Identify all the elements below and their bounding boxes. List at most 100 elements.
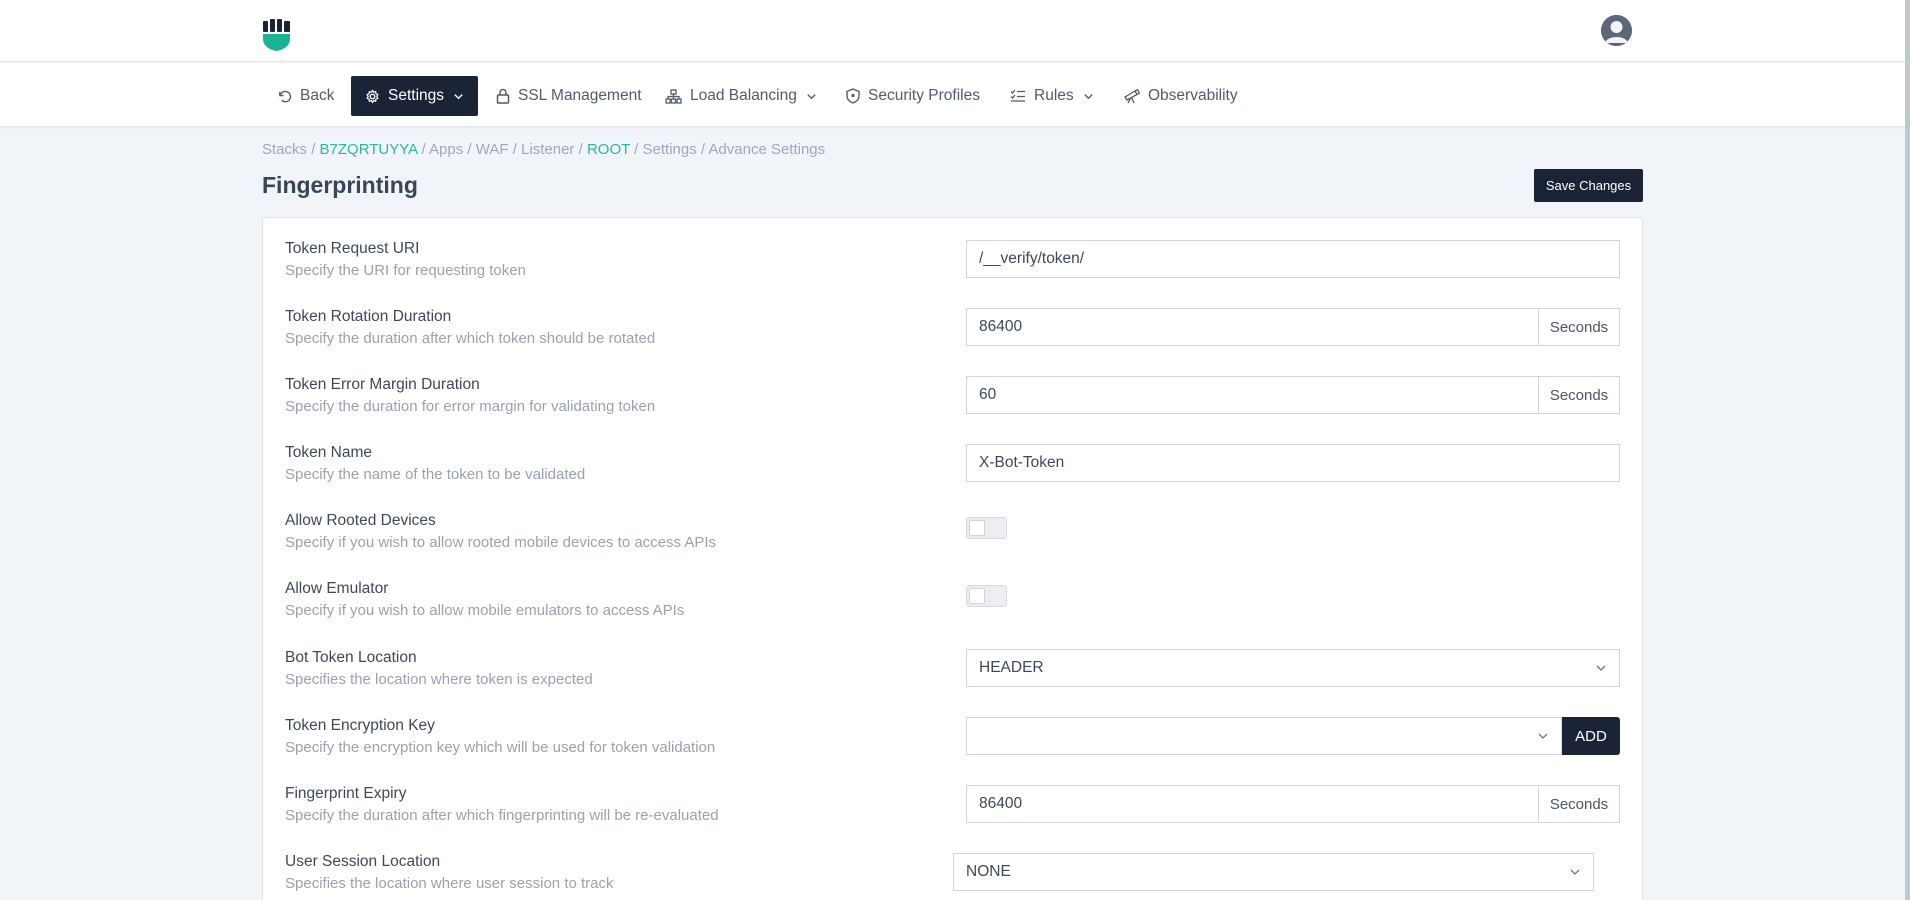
network-icon bbox=[665, 88, 682, 104]
breadcrumb-apps[interactable]: Apps bbox=[429, 141, 463, 158]
setting-allow-rooted-devices: Allow Rooted Devices Specify if you wish… bbox=[263, 490, 1642, 558]
breadcrumb-root[interactable]: ROOT bbox=[587, 141, 630, 158]
nav-rules-label: Rules bbox=[1034, 87, 1074, 104]
setting-label: Token Name bbox=[285, 444, 373, 461]
setting-bot-token-location: Bot Token Location Specifies the locatio… bbox=[263, 627, 1642, 695]
breadcrumb-separator: / bbox=[578, 141, 583, 158]
token-encryption-key-select[interactable] bbox=[966, 717, 1562, 755]
unit-addon: Seconds bbox=[1539, 376, 1620, 414]
shield-icon bbox=[846, 88, 860, 104]
setting-label: Token Error Margin Duration bbox=[285, 376, 480, 393]
setting-description: Specify the name of the token to be vali… bbox=[285, 466, 586, 483]
breadcrumb-separator: / bbox=[634, 141, 639, 158]
setting-label: User Session Location bbox=[285, 853, 441, 870]
breadcrumb-separator: / bbox=[512, 141, 517, 158]
lock-icon bbox=[496, 88, 510, 104]
nav-back[interactable]: Back bbox=[277, 76, 334, 116]
breadcrumb-separator: / bbox=[467, 141, 472, 158]
nav-observability-label: Observability bbox=[1148, 87, 1238, 104]
setting-token-encryption-key: Token Encryption Key Specify the encrypt… bbox=[263, 695, 1642, 763]
setting-description: Specify the duration after which token s… bbox=[285, 330, 656, 347]
gear-icon bbox=[366, 88, 379, 104]
settings-panel: Token Request URI Specify the URI for re… bbox=[262, 217, 1643, 900]
setting-label: Token Rotation Duration bbox=[285, 308, 452, 325]
chevron-down-icon bbox=[1538, 733, 1548, 739]
input-value: 86400 bbox=[979, 318, 1023, 335]
setting-allow-emulator: Allow Emulator Specify if you wish to al… bbox=[263, 558, 1642, 626]
chevron-down-icon bbox=[807, 93, 816, 99]
token-error-margin-input[interactable]: 60 bbox=[966, 376, 1539, 414]
setting-token-rotation-duration: Token Rotation Duration Specify the dura… bbox=[263, 286, 1642, 354]
setting-description: Specifies the location where token is ex… bbox=[285, 671, 593, 688]
breadcrumb-separator: / bbox=[311, 141, 316, 158]
select-value: HEADER bbox=[979, 659, 1044, 676]
breadcrumb-separator: / bbox=[700, 141, 706, 158]
allow-emulator-toggle[interactable] bbox=[966, 585, 1007, 607]
chevron-down-icon bbox=[1570, 869, 1580, 875]
toggle-knob bbox=[969, 520, 985, 536]
breadcrumb-settings[interactable]: Settings bbox=[643, 141, 697, 158]
setting-description: Specify the duration for error margin fo… bbox=[285, 398, 656, 415]
setting-description: Specify the duration after which fingerp… bbox=[285, 807, 719, 824]
setting-description: Specifies the location where user sessio… bbox=[285, 875, 614, 892]
setting-label: Allow Emulator bbox=[285, 580, 389, 597]
nav-ssl-label: SSL Management bbox=[518, 87, 642, 104]
page-scrollbar[interactable] bbox=[1905, 0, 1910, 900]
nav-security-profiles-label: Security Profiles bbox=[868, 87, 980, 104]
nav-security-profiles[interactable]: Security Profiles bbox=[846, 76, 980, 116]
toggle-knob bbox=[969, 588, 985, 604]
breadcrumb: Stacks / B7ZQRTUYYA / Apps / WAF / Liste… bbox=[262, 141, 825, 158]
select-value: NONE bbox=[966, 863, 1011, 880]
allow-rooted-devices-toggle[interactable] bbox=[966, 517, 1007, 539]
brand-logo-icon[interactable] bbox=[263, 19, 291, 51]
breadcrumb-stacks[interactable]: Stacks bbox=[262, 141, 307, 158]
setting-label: Token Request URI bbox=[285, 240, 420, 257]
top-bar bbox=[0, 0, 1905, 62]
setting-description: Specify the URI for requesting token bbox=[285, 262, 526, 279]
setting-description: Specify if you wish to allow rooted mobi… bbox=[285, 534, 717, 551]
fingerprint-expiry-input[interactable]: 86400 bbox=[966, 785, 1539, 823]
setting-label: Fingerprint Expiry bbox=[285, 785, 407, 802]
nav-load-balancing[interactable]: Load Balancing bbox=[665, 76, 817, 116]
user-avatar[interactable] bbox=[1601, 15, 1632, 46]
add-encryption-key-button[interactable]: ADD bbox=[1562, 717, 1620, 755]
token-request-uri-input[interactable]: /__verify/token/ bbox=[966, 240, 1620, 278]
setting-token-request-uri: Token Request URI Specify the URI for re… bbox=[263, 218, 1642, 286]
sub-navigation: Back Settings SSL Management Load Balanc… bbox=[0, 63, 1905, 127]
nav-ssl-management[interactable]: SSL Management bbox=[496, 76, 642, 116]
list-check-icon bbox=[1010, 89, 1025, 102]
chevron-down-icon bbox=[454, 93, 463, 99]
nav-rules[interactable]: Rules bbox=[1010, 76, 1094, 116]
setting-fingerprint-expiry: Fingerprint Expiry Specify the duration … bbox=[263, 763, 1642, 831]
setting-label: Token Encryption Key bbox=[285, 717, 435, 734]
bot-token-location-select[interactable]: HEADER bbox=[966, 649, 1620, 687]
unit-addon: Seconds bbox=[1539, 308, 1620, 346]
unit-addon: Seconds bbox=[1539, 785, 1620, 823]
input-value: /__verify/token/ bbox=[979, 250, 1085, 267]
breadcrumb-waf[interactable]: WAF bbox=[476, 141, 509, 158]
input-value: 86400 bbox=[979, 795, 1023, 812]
setting-user-session-location: User Session Location Specifies the loca… bbox=[263, 831, 1642, 899]
breadcrumb-listener[interactable]: Listener bbox=[521, 141, 574, 158]
user-icon bbox=[1601, 15, 1632, 46]
scrollbar-thumb[interactable] bbox=[1905, 0, 1910, 900]
input-value: 60 bbox=[979, 386, 997, 403]
nav-observability[interactable]: Observability bbox=[1123, 76, 1238, 116]
nav-load-balancing-label: Load Balancing bbox=[690, 87, 797, 104]
token-name-input[interactable]: X-Bot-Token bbox=[966, 444, 1620, 482]
page-title: Fingerprinting bbox=[262, 172, 418, 198]
setting-description: Specify the encryption key which will be… bbox=[285, 739, 716, 756]
user-session-location-select[interactable]: NONE bbox=[953, 853, 1594, 891]
chevron-down-icon bbox=[1083, 93, 1093, 99]
breadcrumb-stack-id[interactable]: B7ZQRTUYYA bbox=[320, 141, 418, 158]
nav-settings[interactable]: Settings bbox=[351, 76, 479, 116]
setting-description: Specify if you wish to allow mobile emul… bbox=[285, 602, 685, 619]
undo-icon bbox=[279, 90, 292, 102]
token-rotation-duration-input[interactable]: 86400 bbox=[966, 308, 1539, 346]
setting-token-error-margin: Token Error Margin Duration Specify the … bbox=[263, 354, 1642, 422]
telescope-icon bbox=[1124, 88, 1140, 103]
setting-token-name: Token Name Specify the name of the token… bbox=[263, 422, 1642, 490]
nav-back-label: Back bbox=[300, 87, 335, 104]
save-changes-button[interactable]: Save Changes bbox=[1534, 169, 1643, 202]
breadcrumb-separator: / bbox=[421, 141, 426, 158]
